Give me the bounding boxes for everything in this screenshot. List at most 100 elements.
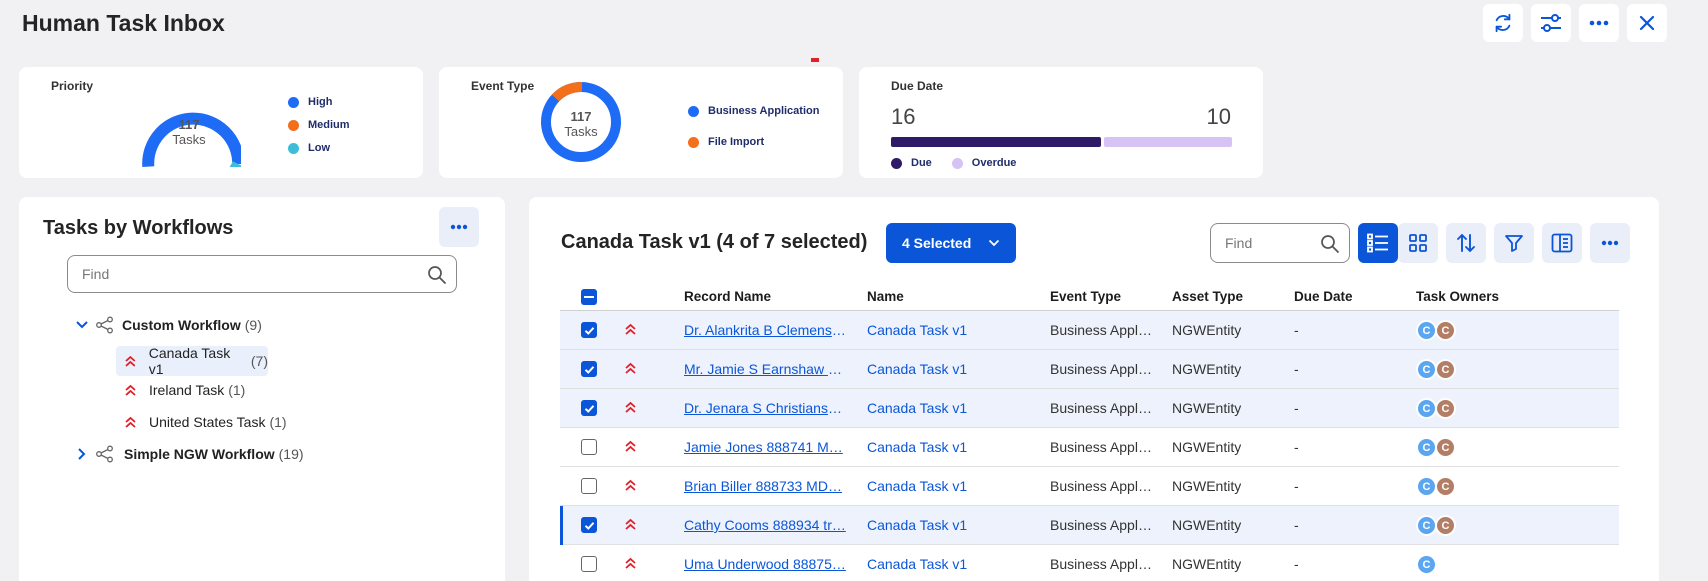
table-row[interactable]: Uma Underwood 88875… Canada Task v1 Busine… [560,545,1619,581]
workflows-title: Tasks by Workflows [43,217,234,239]
column-header-due-date[interactable]: Due Date [1294,289,1353,304]
workflow-simple-ngw[interactable]: Simple NGW Workflow (19) [77,445,304,463]
owner-avatar[interactable]: C [1416,320,1437,341]
task-name: Canada Task v1 [867,556,968,572]
record-name-link[interactable]: Dr. Alankrita B Clemens … [684,322,849,338]
tasks-title: Canada Task v1 (4 of 7 selected) [561,231,868,253]
column-header-task-owners[interactable]: Task Owners [1416,289,1499,304]
owner-avatar[interactable]: C [1416,398,1437,419]
table-row[interactable]: Jamie Jones 888741 M… Canada Task v1 Busin… [560,428,1619,467]
search-icon[interactable] [427,265,447,285]
legend-low: Low [288,140,350,156]
owner-avatar[interactable]: C [1416,476,1437,497]
refresh-button[interactable] [1483,4,1523,42]
chevron-down-icon[interactable] [75,320,89,330]
workflow-label: Custom Workflow [122,317,241,333]
event-type-count: 117 [570,109,592,124]
more-button[interactable] [1579,4,1619,42]
task-label: United States Task [149,414,266,430]
asset-type-cell: NGWEntity [1172,478,1242,494]
filter-icon [1505,235,1523,252]
workflow-icon [96,445,113,463]
preferences-button[interactable] [1531,4,1571,42]
select-all-checkbox[interactable] [581,289,597,305]
workflows-more-button[interactable] [439,207,479,247]
owner-avatar[interactable]: C [1435,515,1456,536]
event-type-cell: Business Appl… [1050,400,1152,416]
asset-type-cell: NGWEntity [1172,322,1242,338]
overdue-dot [951,157,963,169]
record-name-link[interactable]: Mr. Jamie S Earnshaw 7… [684,361,849,377]
overdue-count: 10 [1206,104,1231,129]
close-button[interactable] [1627,4,1667,42]
legend-label: Due [911,157,932,169]
column-header-asset-type[interactable]: Asset Type [1172,289,1243,304]
owner-avatar[interactable]: C [1435,437,1456,458]
row-checkbox[interactable] [581,439,597,455]
file-import-dot [688,136,699,148]
event-type-cell: Business Appl… [1050,478,1152,494]
due-date-card[interactable]: Due Date 16 10 Due Overdue [859,67,1263,178]
sort-button[interactable] [1446,223,1486,263]
due-date-cell: - [1294,556,1299,572]
check-icon [584,521,594,530]
table-row[interactable]: Dr. Jenara S Christianse… Canada Task v1 B… [560,389,1619,428]
search-icon[interactable] [1320,234,1340,254]
table-more-button[interactable] [1590,223,1630,263]
high-priority-icon [125,384,136,396]
task-name: Canada Task v1 [867,361,968,377]
record-name-link[interactable]: Brian Biller 888733 MD… [684,478,849,494]
table-row[interactable]: Mr. Jamie S Earnshaw 7… Canada Task v1 Bus… [560,350,1619,389]
row-checkbox[interactable] [581,517,597,533]
table-row[interactable]: Cathy Cooms 888934 tr… Canada Task v1 Busi… [560,506,1619,545]
owner-avatar[interactable]: C [1416,359,1437,380]
event-type-unit: Tasks [564,124,598,139]
row-checkbox[interactable] [581,556,597,572]
high-priority-icon [625,401,636,413]
due-date-cell: - [1294,400,1299,416]
task-united-states[interactable]: United States Task (1) [124,414,287,430]
task-ireland[interactable]: Ireland Task (1) [124,382,245,398]
row-checkbox[interactable] [581,478,597,494]
legend-label: Medium [308,119,350,131]
owner-avatar[interactable]: C [1435,359,1456,380]
record-name-link[interactable]: Uma Underwood 88875… [684,556,849,572]
row-checkbox[interactable] [581,400,597,416]
legend-high: High [288,94,350,110]
check-icon [584,404,594,413]
workflows-search[interactable] [67,255,457,293]
record-name-link[interactable]: Dr. Jenara S Christianse… [684,400,849,416]
list-view-button[interactable] [1358,223,1398,263]
record-name-link[interactable]: Jamie Jones 888741 M… [684,439,849,455]
table-row[interactable]: Dr. Alankrita B Clemens … Canada Task v1 B… [560,311,1619,350]
owner-avatar[interactable]: C [1416,437,1437,458]
asset-type-cell: NGWEntity [1172,556,1242,572]
grid-view-button[interactable] [1398,223,1438,263]
workflows-search-input[interactable] [68,256,456,292]
column-header-name[interactable]: Name [867,289,904,304]
row-checkbox[interactable] [581,361,597,377]
owner-avatar[interactable]: C [1416,554,1437,575]
table-row[interactable]: Brian Biller 888733 MD… Canada Task v1 Bus… [560,467,1619,506]
owner-avatar[interactable]: C [1435,476,1456,497]
close-icon [1639,15,1655,31]
overdue-bar-fill [1103,137,1232,147]
event-type-card[interactable]: Event Type 117 Tasks Business Applicatio… [439,67,843,178]
columns-button[interactable] [1542,223,1582,263]
selected-dropdown-button[interactable]: 4 Selected [886,223,1016,263]
row-checkbox[interactable] [581,322,597,338]
owner-avatar[interactable]: C [1435,398,1456,419]
workflow-custom[interactable]: Custom Workflow (9) [75,316,262,334]
high-priority-icon [625,323,636,335]
tasks-search[interactable] [1210,223,1350,263]
task-canada-v1[interactable]: Canada Task v1 (7) [116,345,268,377]
priority-card[interactable]: Priority 117 Tasks High Medium Low [19,67,423,178]
owner-avatar[interactable]: C [1435,320,1456,341]
column-header-event-type[interactable]: Event Type [1050,289,1121,304]
record-name-link[interactable]: Cathy Cooms 888934 tr… [684,517,849,533]
due-date-legend: Due Overdue [891,155,1016,171]
column-header-record-name[interactable]: Record Name [684,289,771,304]
owner-avatar[interactable]: C [1416,515,1437,536]
filter-button[interactable] [1494,223,1534,263]
chevron-right-icon[interactable] [77,447,87,461]
